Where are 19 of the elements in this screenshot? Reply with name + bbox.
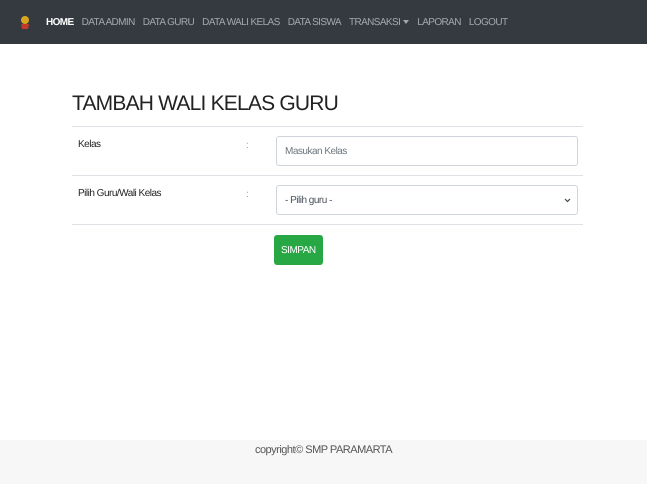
- field-label: Kelas: [78, 138, 102, 150]
- logo-icon: [20, 16, 30, 28]
- nav-link[interactable]: DATA ADMIN: [82, 16, 135, 28]
- chevron-icon: [564, 198, 571, 202]
- input-field[interactable]: Masukan Kelas: [276, 136, 578, 166]
- colon-separator: :: [246, 139, 250, 151]
- colon-separator: :: [246, 188, 250, 200]
- nav-link[interactable]: DATA GURU: [142, 16, 194, 28]
- field-label: Pilih Guru/Wali Kelas: [78, 187, 162, 199]
- nav-link[interactable]: LAPORAN: [417, 16, 461, 28]
- save-button[interactable]: SIMPAN: [274, 235, 323, 265]
- select-field[interactable]: - Pilih guru -: [276, 185, 578, 215]
- nav-link[interactable]: TRANSAKSI: [348, 16, 410, 28]
- nav-link[interactable]: HOME: [46, 16, 74, 28]
- nav-link[interactable]: LOGOUT: [468, 16, 508, 28]
- nav-link[interactable]: DATA WALI KELAS: [202, 16, 280, 28]
- page-title: TAMBAH WALI KELAS GURU: [72, 92, 339, 116]
- nav-link[interactable]: DATA SISWA: [288, 16, 341, 28]
- copyright-text: copyright© SMP PARAMARTA: [254, 444, 392, 458]
